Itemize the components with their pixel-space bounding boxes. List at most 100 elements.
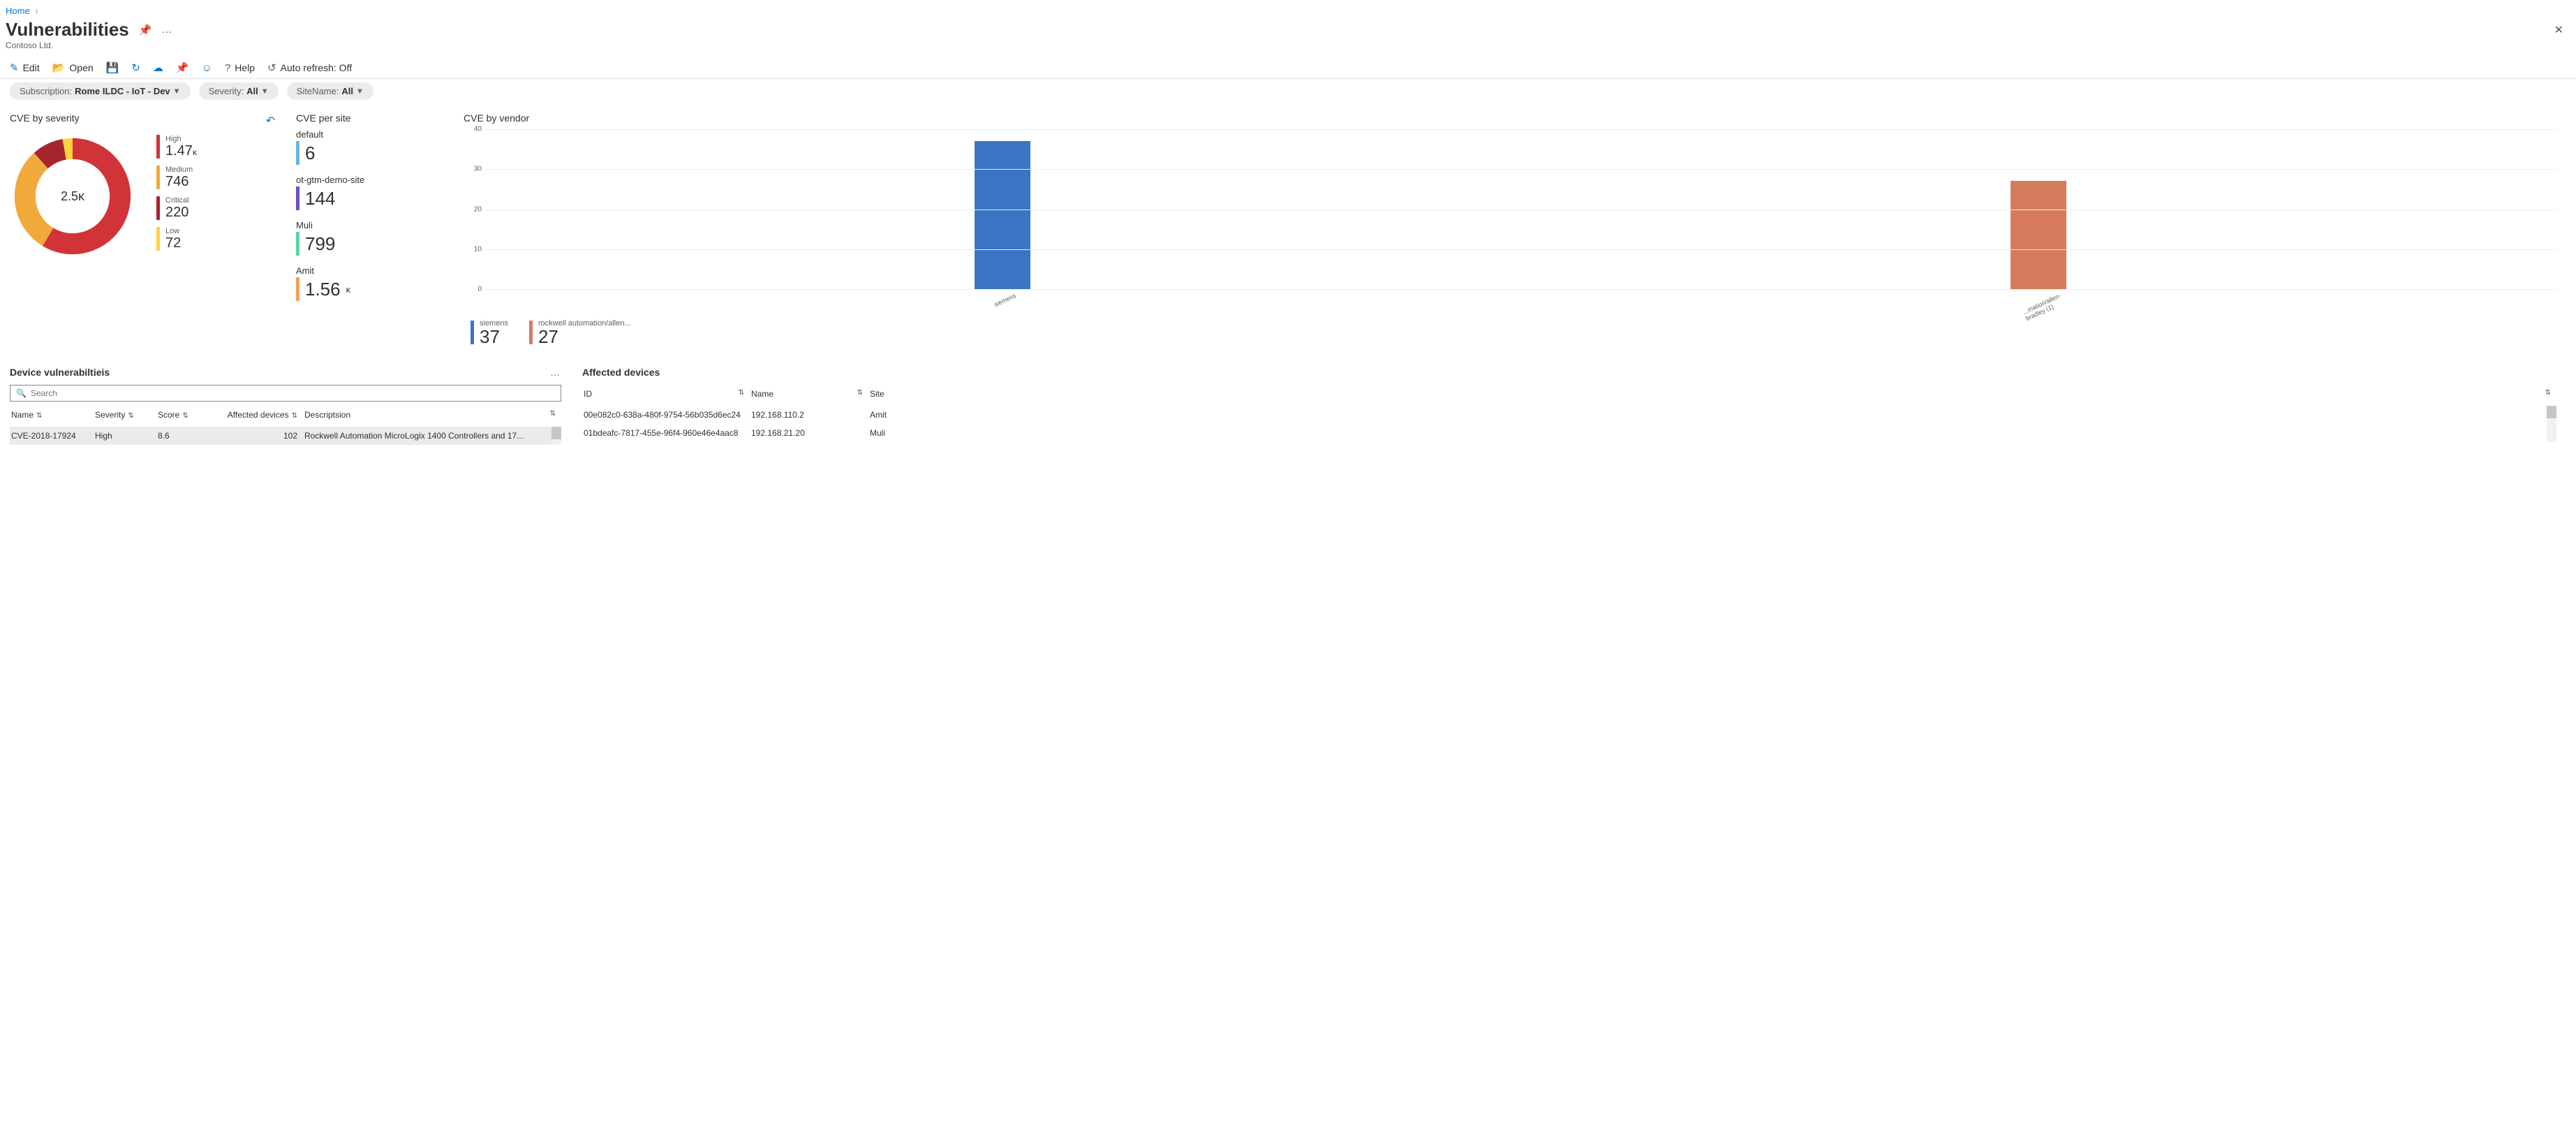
col-description[interactable]: Descriptsion⇅ (303, 406, 561, 427)
breadcrumb-home[interactable]: Home (6, 6, 30, 16)
chart-bar[interactable] (975, 141, 1030, 289)
chevron-down-icon: ▼ (173, 87, 181, 96)
save-icon[interactable]: 💾 (106, 61, 119, 74)
table-row[interactable]: 00e082c0-638a-480f-9754-56b035d6ec24192.… (582, 406, 2556, 424)
vendor-legend-item[interactable]: siemens 37 (471, 319, 508, 346)
more-icon[interactable]: … (161, 24, 173, 36)
col-site[interactable]: Site⇅ (868, 385, 2556, 406)
filter-subscription[interactable]: Subscription: Rome ILDC - IoT - Dev▼ (10, 82, 191, 100)
table-row[interactable]: 01bdeafc-7817-455e-96f4-960e46e4aac8192.… (582, 424, 2556, 442)
chart-bar[interactable] (2011, 181, 2066, 289)
legend-label: Low (165, 228, 181, 235)
undo-icon[interactable]: ↶ (266, 114, 275, 128)
vendor-bar-chart[interactable]: 010203040 siemens...mation/allen-bradley… (484, 129, 2556, 290)
site-item[interactable]: default 6 (296, 129, 443, 165)
search-box[interactable]: 🔍 (10, 385, 561, 402)
site-name: Muli (296, 220, 443, 230)
affected-devices-table: ID⇅ Name⇅ Site⇅ 00e082c0-638a-480f-9754-… (582, 385, 2556, 442)
legend-color-bar (529, 321, 533, 344)
y-tick: 0 (478, 286, 482, 293)
x-label: siemens (993, 292, 1017, 308)
chevron-down-icon: ▼ (261, 87, 269, 96)
scrollbar[interactable] (2547, 406, 2556, 442)
site-item[interactable]: Muli 799 (296, 220, 443, 256)
panel-title: CVE per site (296, 112, 443, 124)
section-title: Affected devices (582, 367, 660, 378)
close-icon[interactable]: ✕ (2554, 23, 2570, 37)
legend-label: Critical (165, 197, 189, 205)
legend-value: 220 (165, 205, 189, 220)
filter-severity[interactable]: Severity: All▼ (199, 82, 279, 100)
site-value: 799 (305, 235, 335, 253)
pin-toolbar-icon[interactable]: 📌 (176, 61, 189, 74)
panel-cve-by-severity: CVE by severity ↶ 2.5ᴋ High 1.47ᴋ Medium… (10, 112, 275, 259)
y-tick: 40 (474, 126, 482, 133)
severity-legend-item[interactable]: Critical 220 (156, 196, 197, 220)
vulnerabilities-table: Name⇅ Severity⇅ Score⇅ Affected devices⇅… (10, 406, 561, 445)
severity-legend-item[interactable]: Medium 746 (156, 166, 197, 189)
section-title: Device vulnerabiltieis (10, 367, 110, 378)
site-name: Amit (296, 265, 443, 276)
panel-title: CVE by severity (10, 112, 80, 124)
share-icon[interactable]: ☁ (153, 61, 163, 74)
y-tick: 10 (474, 245, 482, 253)
pin-icon[interactable]: 📌 (139, 24, 152, 36)
col-name[interactable]: Name⇅ (10, 406, 94, 427)
panel-affected-devices: Affected devices ID⇅ Name⇅ Site⇅ 00e082c… (582, 367, 2556, 445)
legend-value: 72 (165, 235, 181, 251)
legend-value: 1.47ᴋ (165, 143, 197, 159)
site-value: 144 (305, 189, 335, 207)
site-value: 1.56 (305, 280, 341, 298)
site-color-bar (296, 186, 299, 210)
panel-device-vulnerabilities: Device vulnerabiltieis … 🔍 Name⇅ Severity… (10, 367, 561, 445)
severity-donut-chart[interactable]: 2.5ᴋ (10, 133, 135, 259)
col-name[interactable]: Name⇅ (750, 385, 868, 406)
scrollbar-thumb[interactable] (552, 427, 561, 439)
smiley-icon[interactable]: ☺ (202, 62, 212, 74)
legend-label: High (165, 135, 197, 143)
table-row[interactable]: CVE-2018-17924High8.6102Rockwell Automat… (10, 427, 561, 445)
refresh-icon[interactable]: ↻ (131, 61, 140, 74)
site-item[interactable]: Amit 1.56ᴋ (296, 265, 443, 301)
site-name: default (296, 129, 443, 140)
scrollbar-thumb[interactable] (2547, 406, 2556, 418)
folder-open-icon: 📂 (52, 61, 66, 74)
auto-refresh-button[interactable]: ↺Auto refresh: Off (267, 61, 352, 74)
donut-center-value: 2.5ᴋ (10, 133, 135, 259)
severity-legend-item[interactable]: Low 72 (156, 227, 197, 251)
legend-color-bar (156, 135, 160, 159)
legend-value: 37 (480, 328, 508, 346)
panel-cve-by-vendor: CVE by vendor 010203040 siemens...mation… (464, 112, 2556, 346)
vendor-legend-item[interactable]: rockwell automation/allen... 27 (529, 319, 631, 346)
question-icon: ? (225, 62, 230, 74)
more-icon[interactable]: … (550, 367, 561, 378)
col-affected[interactable]: Affected devices⇅ (219, 406, 303, 427)
legend-color-bar (156, 166, 160, 189)
page-title: Vulnerabilities (6, 19, 129, 41)
col-score[interactable]: Score⇅ (156, 406, 219, 427)
breadcrumb: Home › (0, 0, 2576, 16)
edit-button[interactable]: ✎Edit (10, 61, 40, 74)
site-color-bar (296, 141, 299, 165)
clock-refresh-icon: ↺ (267, 61, 276, 74)
site-name: ot-gtm-demo-site (296, 175, 443, 185)
site-item[interactable]: ot-gtm-demo-site 144 (296, 175, 443, 210)
panel-cve-per-site: CVE per site default 6 ot-gtm-demo-site 1… (296, 112, 443, 311)
search-input[interactable] (31, 388, 555, 398)
scrollbar[interactable] (552, 427, 561, 445)
legend-value: 27 (538, 328, 631, 346)
col-id[interactable]: ID⇅ (582, 385, 750, 406)
col-severity[interactable]: Severity⇅ (94, 406, 156, 427)
site-value: 6 (305, 144, 315, 162)
severity-legend-item[interactable]: High 1.47ᴋ (156, 135, 197, 159)
legend-color-bar (156, 196, 160, 220)
pencil-icon: ✎ (10, 61, 19, 74)
help-button[interactable]: ?Help (225, 62, 255, 74)
legend-color-bar (156, 227, 160, 251)
legend-color-bar (471, 321, 474, 344)
chevron-down-icon: ▼ (356, 87, 364, 96)
site-color-bar (296, 232, 299, 256)
filter-sitename[interactable]: SiteName: All▼ (287, 82, 373, 100)
open-button[interactable]: 📂Open (52, 61, 94, 74)
legend-label: Medium (165, 166, 193, 174)
